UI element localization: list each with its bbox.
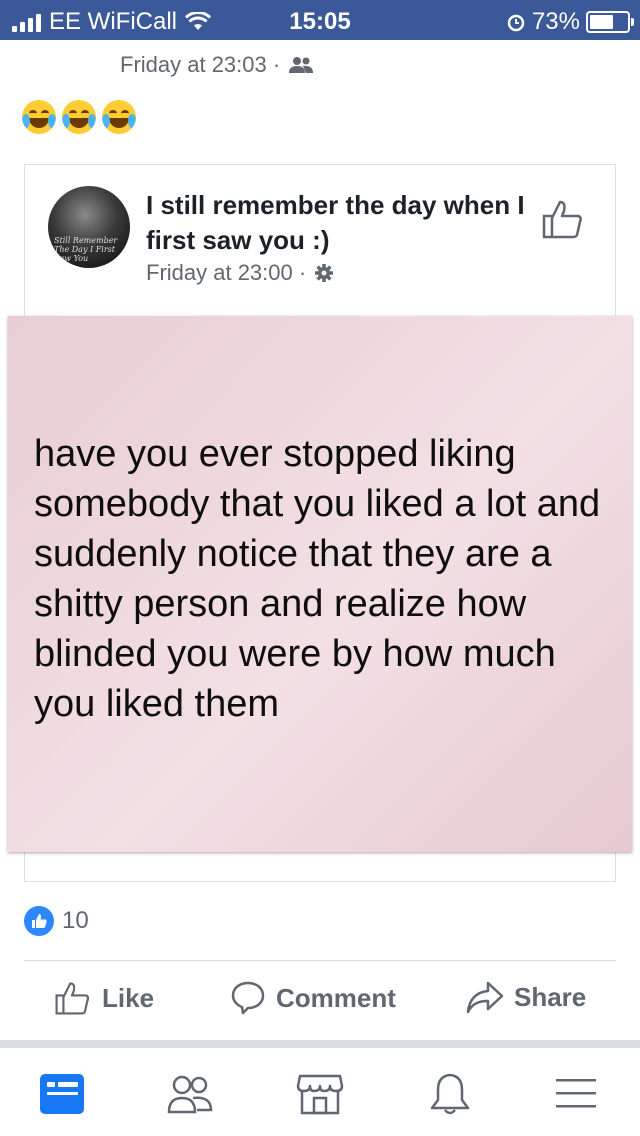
share-label: Share [514, 981, 587, 1012]
share-arrow-icon [466, 981, 504, 1014]
friends-tab[interactable] [166, 1070, 214, 1118]
menu-tab[interactable] [552, 1070, 600, 1118]
clipped-post-text [118, 8, 378, 22]
reaction-count: 10 [62, 907, 89, 934]
action-bar: Like Comment Share [0, 980, 640, 1024]
nav-separator [0, 1040, 640, 1048]
prev-post-meta: Friday at 23:03 · [120, 52, 314, 78]
notifications-icon [430, 1073, 470, 1115]
marketplace-tab[interactable] [296, 1070, 344, 1118]
speech-bubble-icon [231, 981, 265, 1015]
friends-icon [167, 1075, 213, 1114]
alarm-icon [507, 14, 525, 32]
shared-post-meta: Friday at 23:00 · [146, 260, 334, 286]
thumbs-up-icon [55, 982, 90, 1015]
like-page-icon[interactable] [540, 198, 584, 240]
quote-image[interactable]: have you ever stopped liking somebody th… [8, 316, 632, 852]
news-feed-icon [40, 1074, 84, 1114]
gear-icon [315, 264, 334, 282]
like-icon [24, 906, 54, 936]
emoji-row [22, 100, 136, 134]
prev-post-timestamp[interactable]: Friday at 23:03 · [120, 52, 280, 78]
laughing-tears-emoji [22, 100, 56, 134]
laughing-tears-emoji [62, 100, 96, 134]
bottom-nav [0, 1048, 640, 1136]
laughing-tears-emoji [102, 100, 136, 134]
menu-icon [556, 1079, 596, 1108]
battery-icon [586, 11, 634, 33]
status-right: 73% [506, 8, 634, 36]
notifications-tab[interactable] [426, 1070, 474, 1118]
friends-icon [289, 57, 314, 73]
divider [24, 960, 616, 961]
comment-button[interactable]: Comment [230, 980, 396, 1016]
battery-percent: 73% [531, 8, 580, 35]
comment-label: Comment [276, 982, 396, 1013]
battery-fill [590, 15, 614, 29]
like-label: Like [102, 982, 155, 1013]
marketplace-icon [296, 1074, 344, 1115]
avatar-caption: Still Remember The Day I First Saw You [54, 236, 118, 263]
quote-image-text: have you ever stopped liking somebody th… [34, 433, 601, 725]
news-feed-tab[interactable] [38, 1070, 86, 1118]
reactions-summary[interactable]: 10 [24, 906, 89, 936]
page-avatar[interactable]: Still Remember The Day I First Saw You [48, 186, 130, 268]
shared-post-timestamp[interactable]: Friday at 23:00 · [146, 260, 306, 286]
like-button[interactable]: Like [52, 980, 154, 1016]
shared-post-title[interactable]: I still remember the day when I first sa… [146, 188, 526, 258]
share-button[interactable]: Share [466, 980, 586, 1014]
